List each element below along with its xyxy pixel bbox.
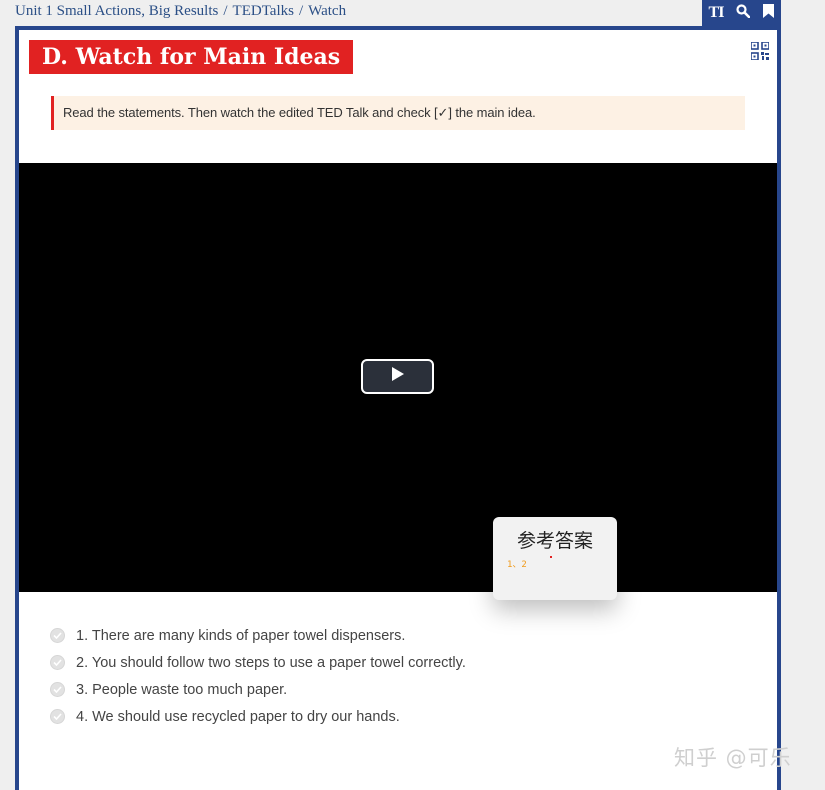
qr-code-icon[interactable] xyxy=(750,41,770,61)
video-player[interactable] xyxy=(19,163,777,592)
section-title: D. Watch for Main Ideas xyxy=(29,40,354,74)
answer-popup-value: 1、2 xyxy=(507,560,527,570)
answer-popup-title: 参考答案 xyxy=(516,530,593,552)
instruction-box: Read the statements. Then watch the edit… xyxy=(51,96,745,130)
breadcrumb-watch[interactable]: Watch xyxy=(308,3,346,19)
bookmark-icon[interactable] xyxy=(763,3,775,23)
breadcrumb: Unit 1 Small Actions, Big Results / TEDTal… xyxy=(15,3,346,20)
answer-popup-dot xyxy=(550,556,552,558)
checkmark-icon[interactable] xyxy=(50,709,65,724)
statement-list: 1. There are many kinds of paper towel d… xyxy=(50,622,466,730)
statement-text: 1. There are many kinds of paper towel d… xyxy=(76,627,406,644)
statement-text: 2. You should follow two steps to use a … xyxy=(76,654,466,671)
play-icon xyxy=(391,366,405,387)
list-item[interactable]: 4. We should use recycled paper to dry o… xyxy=(50,703,466,730)
statement-text: 4. We should use recycled paper to dry o… xyxy=(76,708,400,725)
top-toolbar: TI xyxy=(702,0,781,26)
play-button[interactable] xyxy=(361,359,434,394)
breadcrumb-separator: / xyxy=(298,3,304,19)
breadcrumb-unit[interactable]: Unit 1 Small Actions, Big Results xyxy=(15,3,218,19)
text-size-button[interactable]: TI xyxy=(709,4,725,22)
content-panel: D. Watch for Main Ideas Read the stateme… xyxy=(15,26,781,790)
answer-popup: 参考答案 1、2 xyxy=(493,517,617,600)
checkmark-icon[interactable] xyxy=(50,628,65,643)
search-icon[interactable] xyxy=(736,3,751,23)
list-item[interactable]: 3. People waste too much paper. xyxy=(50,676,466,703)
list-item[interactable]: 2. You should follow two steps to use a … xyxy=(50,649,466,676)
checkmark-icon[interactable] xyxy=(50,655,65,670)
watermark: 知乎 @可乐 xyxy=(674,746,792,770)
statement-text: 3. People waste too much paper. xyxy=(76,681,288,698)
breadcrumb-separator: / xyxy=(223,3,228,19)
checkmark-icon[interactable] xyxy=(50,682,65,697)
list-item[interactable]: 1. There are many kinds of paper towel d… xyxy=(50,622,466,649)
breadcrumb-tedtalks[interactable]: TEDTalks xyxy=(233,3,294,19)
